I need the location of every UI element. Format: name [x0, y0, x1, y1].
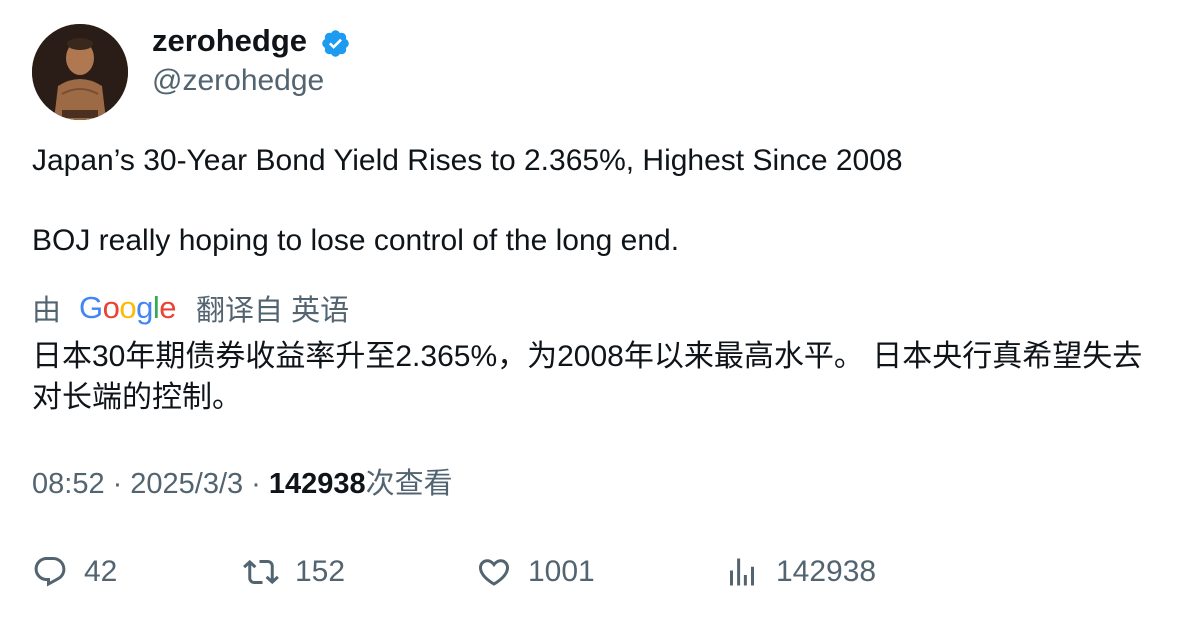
reply-icon	[34, 557, 66, 587]
handle[interactable]: @zerohedge	[152, 63, 324, 99]
google-logo[interactable]: Google	[79, 290, 177, 326]
translated-from-label[interactable]: 翻译自 英语	[196, 287, 349, 329]
like-count: 1001	[528, 555, 595, 588]
views-action-count: 142938	[776, 555, 877, 588]
retweet-count: 152	[295, 555, 346, 588]
retweet-button[interactable]: 152	[243, 552, 345, 592]
retweet-icon	[243, 559, 279, 585]
analytics-icon	[730, 558, 754, 586]
translation-attribution: 由 Google 翻译自 英语	[32, 288, 349, 328]
like-button[interactable]: 1001	[476, 552, 595, 592]
views-label: 次查看	[365, 468, 453, 500]
translation-by-label: 由	[32, 295, 62, 327]
tweet-card: zerohedge @zerohedge Japan’s 30-Year Bon…	[0, 0, 1196, 618]
verified-badge-icon	[322, 30, 349, 57]
views-count: 142938	[268, 468, 366, 500]
avatar[interactable]	[32, 24, 128, 120]
views-button[interactable]: 142938	[724, 552, 876, 592]
tweet-time[interactable]: 08:52	[32, 468, 105, 500]
avatar-image	[32, 24, 128, 120]
tweet-text-line-1: Japan’s 30-Year Bond Yield Rises to 2.36…	[32, 144, 903, 177]
tweet-meta: 08:52 · 2025/3/3 · 142938次查看	[32, 466, 453, 502]
tweet-text-line-2: BOJ really hoping to lose control of the…	[32, 224, 680, 257]
display-name[interactable]: zerohedge	[152, 22, 307, 60]
reply-button[interactable]: 42	[32, 552, 117, 592]
heart-icon	[478, 559, 510, 586]
reply-count: 42	[84, 555, 118, 588]
meta-separator: ·	[112, 468, 123, 500]
tweet-date[interactable]: 2025/3/3	[130, 468, 243, 500]
meta-separator: ·	[251, 468, 261, 500]
translated-text: 日本30年期债券收益率升至2.365%，为2008年以来最高水平。 日本央行真希…	[32, 340, 1143, 414]
